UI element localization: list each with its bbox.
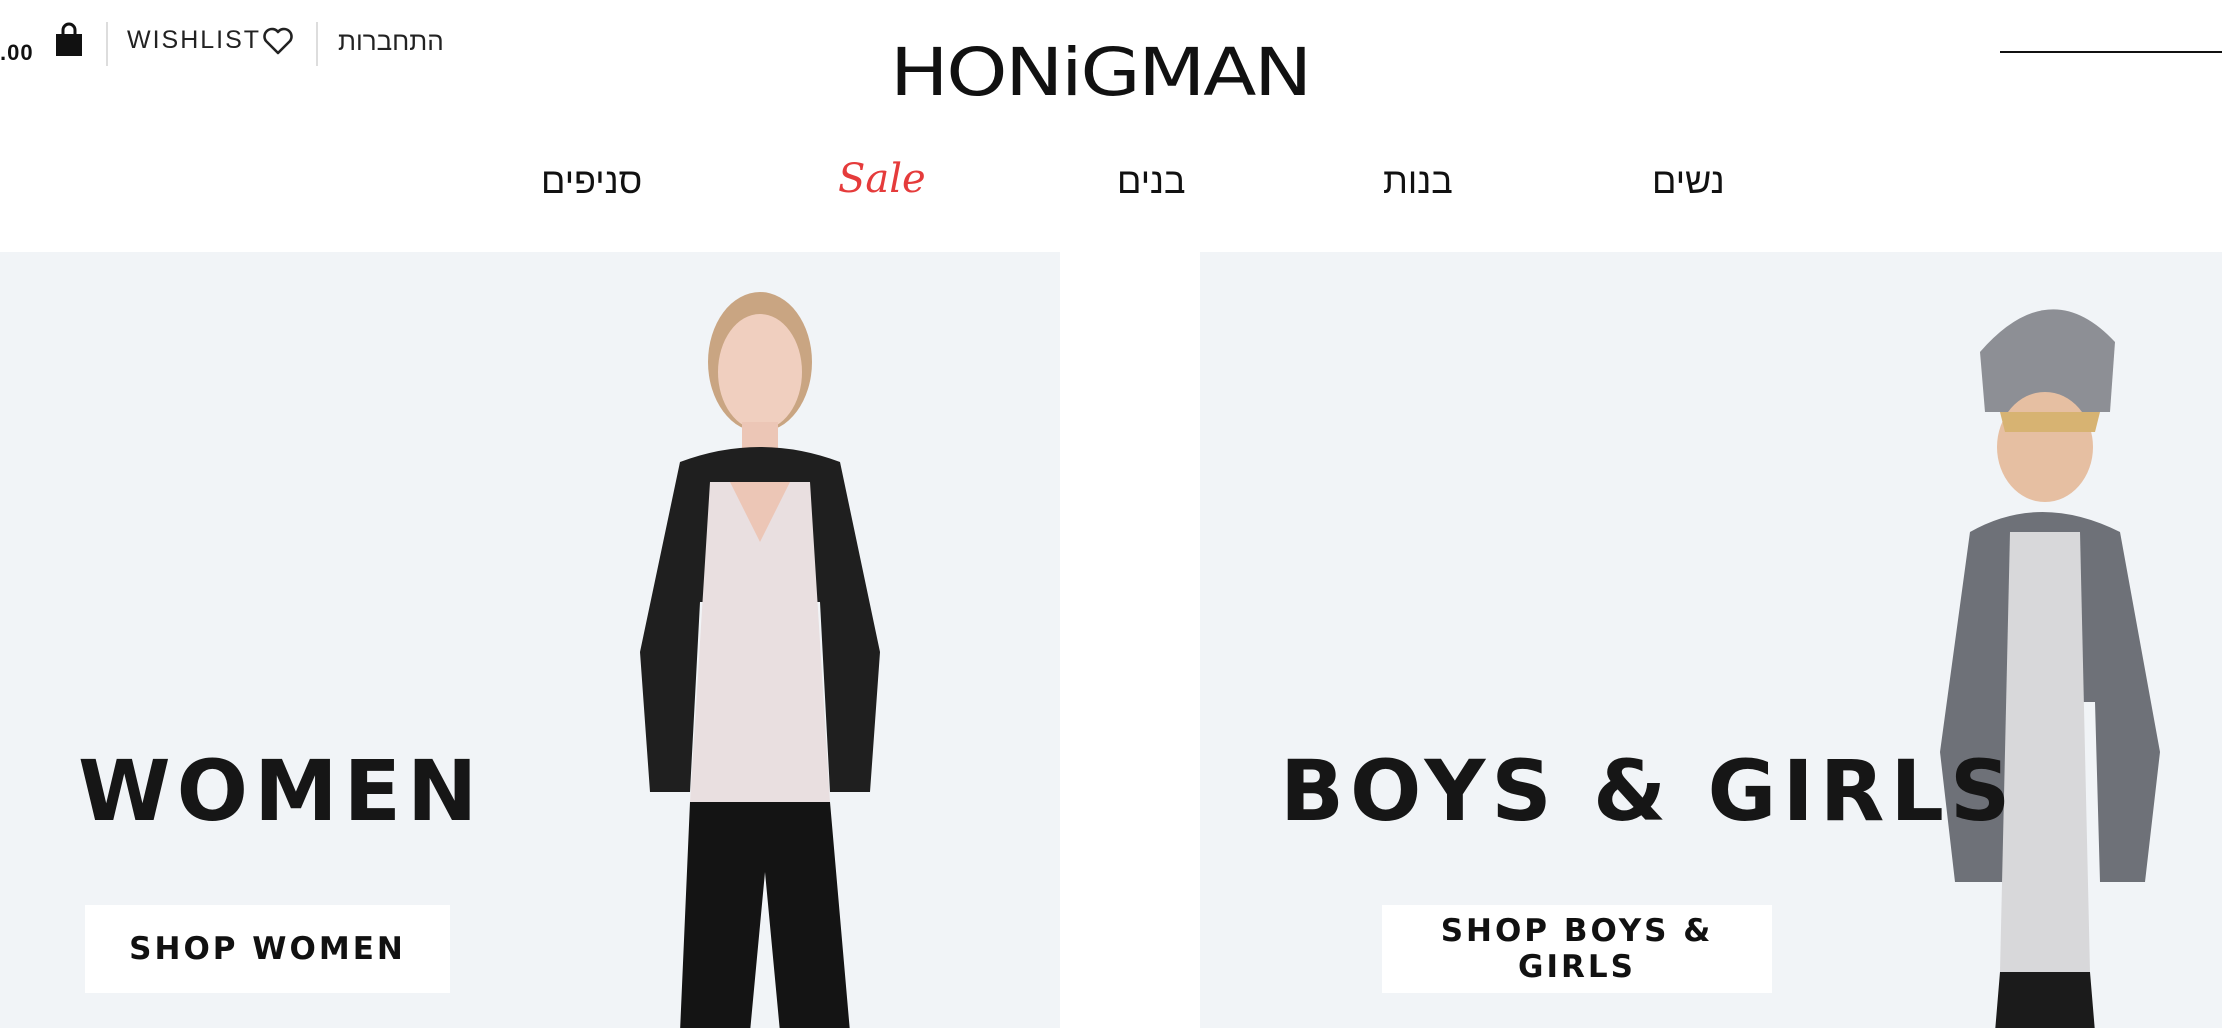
kids-headline: BOYS & GIRLS <box>1280 742 2017 840</box>
shop-women-button[interactable]: SHOP WOMEN <box>85 905 450 993</box>
women-headline: WOMEN <box>78 742 484 840</box>
heart-icon[interactable] <box>262 26 294 56</box>
shop-boys-girls-button[interactable]: SHOP BOYS & GIRLS <box>1382 905 1772 993</box>
nav-item-sale[interactable]: Sale <box>838 156 926 202</box>
nav-item-women[interactable]: נשים <box>1652 160 1725 202</box>
search-input-underline[interactable] <box>2000 51 2222 53</box>
boy-model-image <box>1940 309 2160 1028</box>
woman-model-image <box>640 292 880 1028</box>
cart-total[interactable]: .00 <box>0 40 34 66</box>
logo-text: HONiGMAN <box>890 34 1312 111</box>
main-nav: סניפים Sale בנים בנות נשים <box>0 156 2222 220</box>
kids-banner[interactable]: BOYS & GIRLS SHOP BOYS & GIRLS <box>1200 252 2222 1028</box>
nav-item-boys[interactable]: בנים <box>1117 160 1186 202</box>
brand-logo[interactable]: HONiGMAN <box>890 40 1312 106</box>
shopping-bag-icon[interactable] <box>54 22 84 58</box>
nav-item-stores[interactable]: סניפים <box>541 160 642 202</box>
divider <box>106 22 108 66</box>
women-banner[interactable]: WOMEN SHOP WOMEN <box>0 252 1060 1028</box>
login-link[interactable]: התחברות <box>338 26 444 57</box>
nav-item-girls[interactable]: בנות <box>1383 160 1453 202</box>
divider <box>316 22 318 66</box>
wishlist-link[interactable]: WISHLIST <box>127 26 261 55</box>
